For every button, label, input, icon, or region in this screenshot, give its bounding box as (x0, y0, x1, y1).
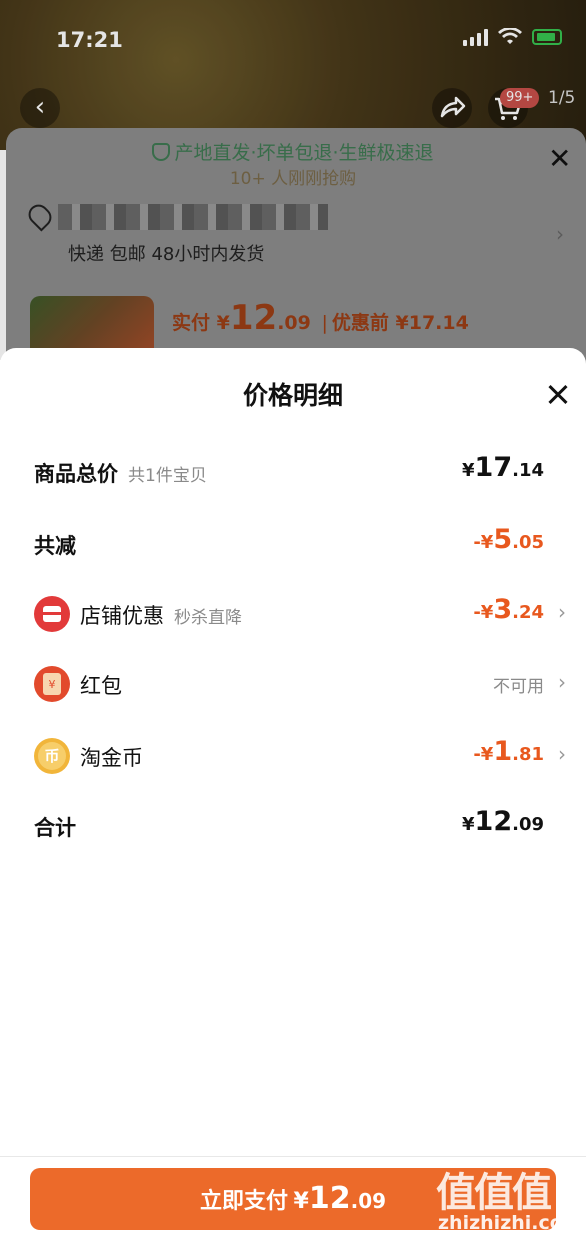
taojinbi-label: 淘金币 (80, 746, 143, 770)
shop-discount-label: 店铺优惠 (80, 604, 164, 628)
row-shop-discount[interactable]: 店铺优惠 秒杀直降 -¥3.24 › (34, 594, 566, 634)
goods-total-value: ¥17.14 (462, 452, 544, 483)
taojinbi-value: -¥1.81 (473, 736, 544, 767)
chevron-right-icon: › (558, 670, 566, 694)
goods-count: 共1件宝贝 (128, 466, 207, 486)
chevron-right-icon: › (558, 742, 566, 766)
red-packet-value: 不可用 (493, 677, 544, 697)
chevron-right-icon: › (558, 600, 566, 624)
modal-backdrop[interactable] (0, 0, 586, 360)
row-red-packet[interactable]: 红包 不可用 › (34, 664, 566, 704)
shop-icon (34, 596, 70, 632)
price-detail-sheet: 价格明细 商品总价 共1件宝贝 ¥17.14 共减 -¥5.05 店铺优惠 秒杀直降… (0, 348, 586, 1240)
footer-divider (0, 1156, 586, 1157)
row-goods-total: 商品总价 共1件宝贝 ¥17.14 (34, 452, 558, 492)
row-taojinbi[interactable]: 淘金币 -¥1.81 › (34, 736, 566, 776)
shop-discount-sub: 秒杀直降 (174, 608, 242, 628)
red-packet-icon (34, 666, 70, 702)
close-icon[interactable] (542, 378, 574, 410)
sum-value: ¥12.09 (462, 806, 544, 837)
red-packet-label: 红包 (80, 674, 122, 698)
watermark-logo: 值值值 (436, 1170, 552, 1216)
row-total-reduce: 共减 -¥5.05 (34, 524, 558, 564)
shop-discount-value: -¥3.24 (473, 594, 544, 625)
sum-label: 合计 (34, 816, 76, 840)
coin-icon (34, 738, 70, 774)
sheet-title: 价格明细 (242, 381, 343, 410)
goods-total-label: 商品总价 (34, 462, 118, 486)
total-reduce-label: 共减 (34, 534, 76, 558)
total-reduce-value: -¥5.05 (473, 524, 544, 555)
row-sum: 合计 ¥12.09 (34, 806, 558, 846)
watermark: 值值值 zhizhizhi.com (432, 1160, 583, 1240)
watermark-url: zhizhizhi.com (438, 1212, 583, 1234)
